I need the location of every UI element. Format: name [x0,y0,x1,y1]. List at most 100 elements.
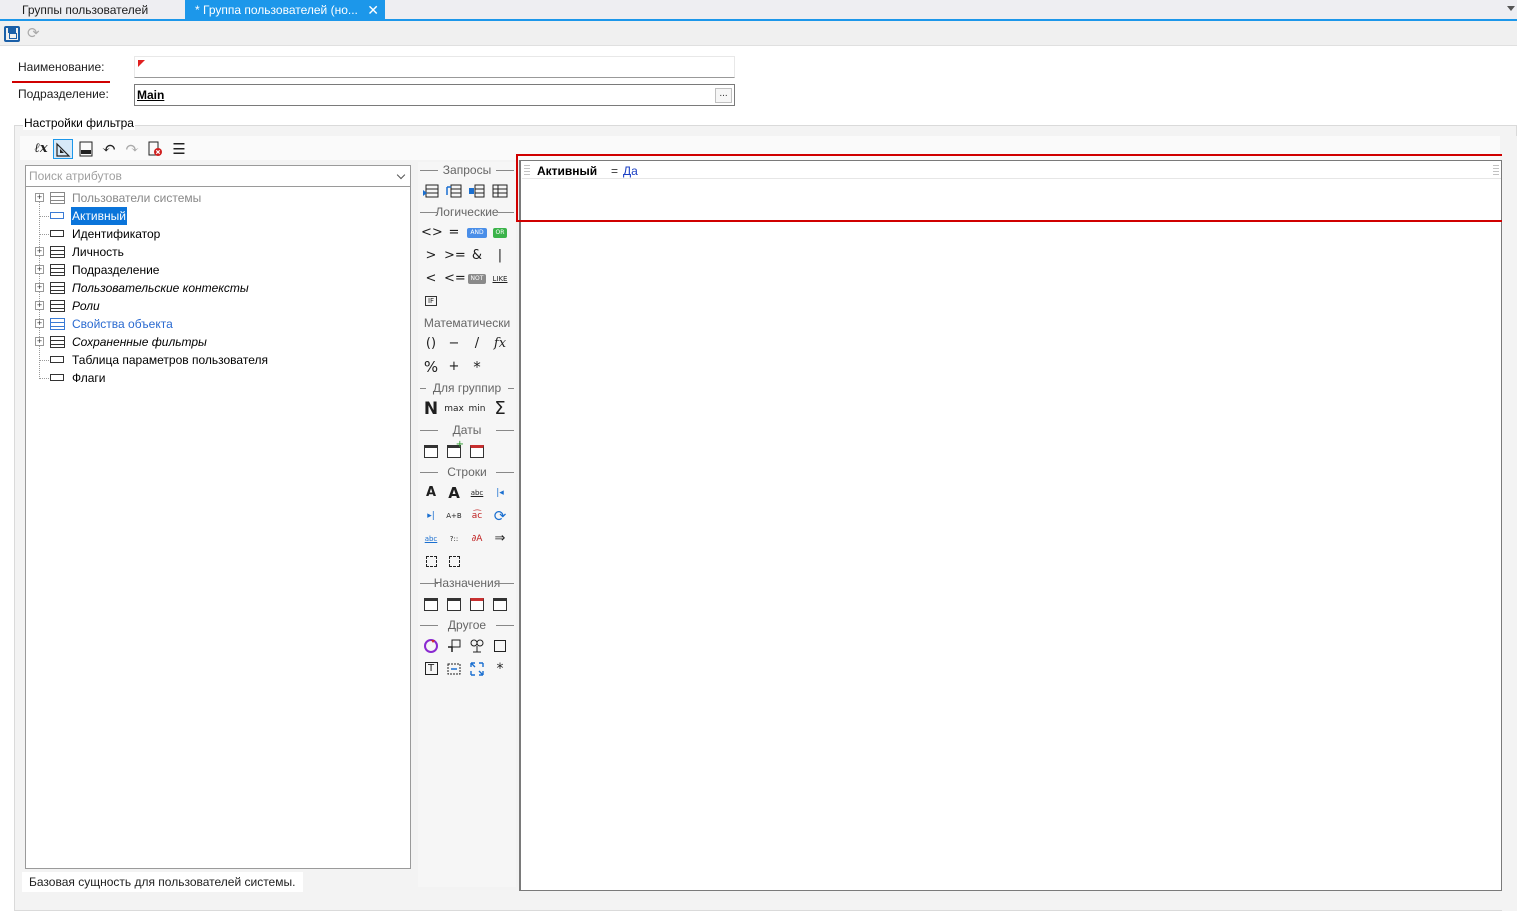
trim-right-icon[interactable]: ▸| [421,506,441,526]
tree-item[interactable]: + Пользователи системы [26,189,406,207]
calendar-icon[interactable] [421,441,441,461]
expand-icon[interactable]: + [35,193,44,202]
if-button[interactable]: IF [421,291,441,311]
trim-left-icon[interactable]: |◂ [490,483,510,503]
close-icon[interactable]: ✕ [367,0,379,21]
greater-equal-button[interactable]: >= [444,246,466,266]
clear-filter-icon[interactable] [145,139,165,159]
sum-button[interactable]: Σ [490,399,510,419]
query-icon[interactable] [421,181,441,201]
name-input[interactable] [134,56,735,78]
not-button[interactable]: NOT [467,269,487,289]
length-icon[interactable]: abc [421,529,441,549]
parameter-icon[interactable] [444,636,464,656]
box-select-alt-icon[interactable] [444,552,464,572]
query-icon[interactable] [444,181,464,201]
assign-calendar-icon[interactable] [444,594,464,614]
expand-icon[interactable]: + [35,337,44,346]
count-button[interactable]: N [421,399,441,419]
save-icon[interactable] [4,26,20,42]
minus-button[interactable]: − [444,334,464,354]
sql-icon[interactable] [76,139,96,159]
redo-icon[interactable]: ↷ [122,139,142,159]
tree-item[interactable]: + Свойства объекта [26,315,406,333]
designer-icon[interactable] [53,139,73,159]
reverse-icon[interactable]: ⟳ [490,506,510,526]
tree-item[interactable]: + Роли [26,297,406,315]
wildcard-icon[interactable]: * [490,659,510,679]
lowercase-icon[interactable]: A [421,483,441,503]
swap-icon[interactable] [444,659,464,679]
tab-user-groups[interactable]: Группы пользователей [12,0,158,21]
not-equal-button[interactable]: <> [421,223,443,243]
calendar-add-icon[interactable]: + [444,439,464,461]
multiply-button[interactable]: * [467,357,487,377]
uppercase-icon[interactable]: A [444,483,464,503]
max-button[interactable]: max [444,399,464,419]
assign-date-icon[interactable] [421,594,441,614]
expand-arrows-icon[interactable] [467,659,487,679]
chevron-down-icon[interactable] [396,170,406,180]
less-equal-button[interactable]: <= [444,269,466,289]
substring-icon[interactable]: abc [467,483,487,503]
department-browse-button[interactable]: ... [715,88,732,103]
parentheses-button[interactable]: () [421,334,441,354]
equal-button[interactable]: = [444,223,464,243]
calendar-grid-icon[interactable] [467,441,487,461]
like-button[interactable]: LIKE [490,269,510,289]
and-button[interactable]: AND [467,223,487,243]
query-icon[interactable] [490,181,510,201]
concat-strings-icon[interactable]: A+B [444,506,464,526]
greater-button[interactable]: > [421,246,441,266]
attribute-search-input[interactable] [26,166,386,186]
box-select-icon[interactable] [421,552,441,572]
concat-button[interactable]: & [467,246,487,266]
divide-button[interactable]: / [467,334,487,354]
function-button[interactable]: fx [490,334,510,354]
convert-icon[interactable] [421,636,441,656]
tree-item[interactable]: + Пользовательские контексты [26,279,406,297]
tab-list-dropdown-icon[interactable] [1507,6,1515,11]
tree-item[interactable]: Активный [26,207,406,225]
query-icon[interactable] [467,181,487,201]
tree-item[interactable]: Идентификатор [26,225,406,243]
department-field[interactable]: Main ... [134,84,735,106]
replace-icon[interactable]: a͡c [467,506,487,526]
assign-calendar-refresh-icon[interactable] [490,594,510,614]
or-button[interactable]: OR [490,223,510,243]
expression-attribute[interactable]: Активный [537,164,597,178]
expand-icon[interactable]: + [35,319,44,328]
insert-icon[interactable]: ⇒ [490,529,510,549]
expression-value[interactable]: Да [623,164,638,178]
less-button[interactable]: < [421,269,441,289]
hierarchy-icon[interactable] [467,636,487,656]
tab-user-group-new[interactable]: * Группа пользователей (но... ✕ [185,0,385,21]
expand-icon[interactable]: + [35,265,44,274]
tree-item[interactable]: + Подразделение [26,261,406,279]
pipe-button[interactable]: | [490,246,510,266]
tree-item[interactable]: Флаги [26,369,406,387]
drag-handle-icon[interactable] [524,165,530,177]
pattern-icon[interactable]: ?:: [444,529,464,549]
text-icon[interactable]: T [421,659,441,679]
tree-item[interactable]: + Личность [26,243,406,261]
tree-item[interactable]: Таблица параметров пользователя [26,351,406,369]
expand-icon[interactable]: + [35,283,44,292]
min-button[interactable]: min [467,399,487,419]
attribute-search[interactable] [25,165,411,187]
expression-row[interactable] [522,162,1501,179]
department-value[interactable]: Main [137,88,164,102]
undo-icon[interactable]: ↶ [99,139,119,159]
tree-item[interactable]: + Сохраненные фильтры [26,333,406,351]
char-index-icon[interactable]: ∂A [467,529,487,549]
refresh-icon[interactable]: ⟳ [27,26,43,42]
plus-button[interactable]: + [444,357,464,377]
filter-expression-editor[interactable] [519,160,1502,891]
expand-icon[interactable]: + [35,247,44,256]
drag-handle-icon[interactable] [1493,165,1499,177]
list-icon[interactable]: ☰ [169,139,189,159]
expand-icon[interactable]: + [35,301,44,310]
lambda-icon[interactable]: ℓx [31,139,51,159]
percent-button[interactable]: % [421,357,441,377]
assign-calendar-red-icon[interactable] [467,594,487,614]
